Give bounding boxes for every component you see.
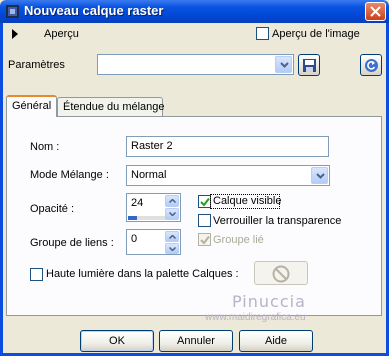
chevron-up-icon [169,235,176,239]
linked-group-checkbox [198,233,211,246]
ok-button[interactable]: OK [80,330,154,352]
tab-blend-range-label: Étendue du mélange [63,101,165,113]
preview-image-checkbox[interactable] [256,27,269,40]
name-input[interactable]: Raster 2 [126,136,329,157]
highlight-color-button [254,261,308,285]
title-bar[interactable]: Nouveau calque raster [0,0,389,23]
params-label: Paramètres [8,59,65,71]
ok-label: OK [109,335,125,347]
preview-label[interactable]: Aperçu [44,28,79,40]
close-icon [370,6,381,17]
link-group-value[interactable]: 0 [131,233,137,245]
floppy-disk-icon [303,59,316,72]
watermark-name: Pinuccia [232,292,306,311]
preset-combo[interactable] [97,54,294,75]
highlight-label[interactable]: Haute lumière dans la palette Calques : [46,268,239,280]
chevron-down-icon [169,247,176,251]
opacity-stepper[interactable]: 24 [126,193,181,222]
preset-dropdown-button[interactable] [275,56,292,73]
tab-general[interactable]: Général [6,95,57,117]
no-color-icon [272,265,290,283]
name-value: Raster 2 [131,140,173,152]
checkmark-icon [200,197,210,207]
tab-general-label: Général [12,100,52,112]
opacity-down-button[interactable] [165,208,179,220]
checkmark-icon [200,235,210,245]
window-title: Nouveau calque raster [24,3,164,18]
preview-image-label[interactable]: Aperçu de l'image [272,28,360,40]
link-group-label: Groupe de liens : [30,237,114,249]
linked-group-label: Groupe lié [213,234,264,246]
chevron-down-icon [280,62,289,68]
link-group-up-button[interactable] [165,231,179,242]
expand-preview-icon[interactable] [12,29,18,39]
chevron-up-icon [169,199,176,203]
opacity-value[interactable]: 24 [131,197,143,209]
save-preset-button[interactable] [298,54,320,76]
blend-mode-value: Normal [131,169,167,181]
link-group-stepper[interactable]: 0 [126,229,181,255]
highlight-checkbox[interactable] [30,268,43,281]
reset-icon [365,59,378,72]
visible-layer-label[interactable]: Calque visible [213,195,281,207]
help-label: Aide [264,335,288,347]
help-button[interactable]: Aide [239,330,313,352]
app-icon [5,4,20,19]
cancel-button[interactable]: Annuler [159,330,233,352]
cancel-label: Annuler [177,335,215,347]
lock-transparency-checkbox[interactable] [198,214,211,227]
chevron-down-icon [316,173,325,179]
close-button[interactable] [365,2,386,21]
opacity-spin-arrows[interactable] [165,195,179,220]
opacity-up-button[interactable] [165,195,179,207]
watermark-url: www.maidiregrafica.eu [205,312,306,323]
blend-mode-select[interactable]: Normal [126,165,330,186]
tab-blend-range[interactable]: Étendue du mélange [57,97,165,117]
chevron-down-icon [169,212,176,216]
opacity-slider-fill [128,216,138,220]
name-label: Nom : [30,141,60,153]
blend-mode-label: Mode Mélange : [30,169,109,181]
link-group-spin-arrows[interactable] [165,231,179,256]
opacity-slider-track[interactable] [128,216,166,220]
reset-button[interactable] [360,54,382,76]
window-frame-left [0,23,3,356]
opacity-label: Opacité : [30,203,75,215]
lock-transparency-label[interactable]: Verrouiller la transparence [213,215,341,227]
blend-mode-dropdown-button[interactable] [311,167,328,184]
link-group-down-button[interactable] [165,243,179,254]
